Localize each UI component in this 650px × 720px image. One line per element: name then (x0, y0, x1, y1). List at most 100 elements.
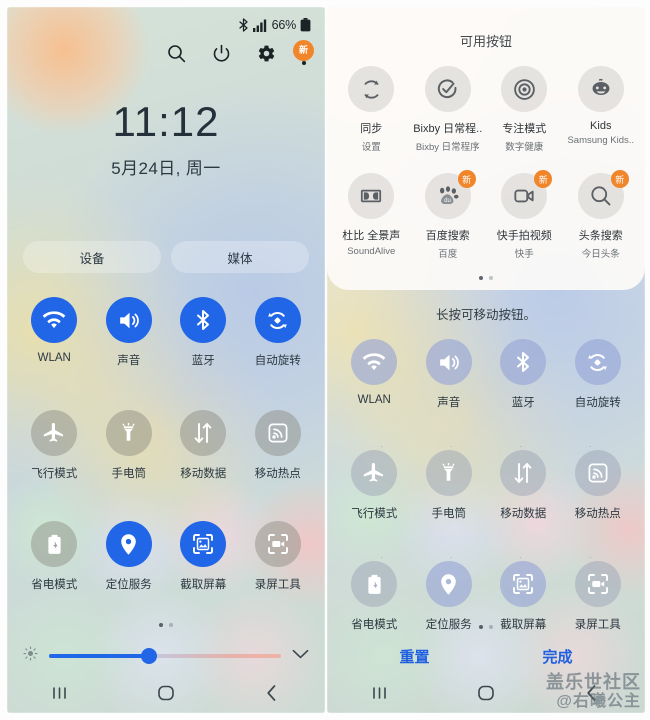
screenshot-icon (500, 561, 547, 607)
home-icon[interactable] (456, 676, 516, 710)
airplane-icon (351, 450, 398, 496)
toggle-airplane-mode[interactable]: 飞行模式 (17, 410, 92, 481)
available-item-bixby-routines[interactable]: Bixby 日常程.. Bixby 日常程序 (410, 66, 487, 153)
power-icon[interactable] (212, 44, 231, 68)
done-button[interactable]: 完成 (486, 646, 629, 667)
edit-toggle-hotspot[interactable]: 移动热点 (561, 450, 636, 521)
volume-icon (105, 297, 152, 343)
toggle-label: 飞行模式 (31, 468, 78, 480)
edit-toggle-power-saving[interactable]: 省电模式 (337, 561, 412, 632)
toggle-location[interactable]: 定位服务 (92, 521, 167, 592)
toggle-label: 移动热点 (574, 508, 621, 520)
toggle-label: 省电模式 (31, 579, 78, 591)
page-dot-active[interactable] (479, 276, 483, 280)
page-dot-active[interactable] (159, 623, 163, 627)
toggle-hotspot[interactable]: 移动热点 (241, 410, 316, 481)
toggle-power-saving[interactable]: 省电模式 (17, 521, 92, 592)
back-icon[interactable] (562, 676, 622, 710)
toggle-wlan[interactable]: WLAN (17, 297, 92, 368)
back-icon[interactable] (242, 676, 302, 710)
toggle-label: 自动旋转 (574, 397, 621, 409)
bluetooth-icon (180, 297, 227, 343)
clock-area: 11:12 5月24日, 周一 (7, 69, 325, 179)
new-badge: 新 (534, 170, 553, 188)
edit-toggle-location[interactable]: 定位服务 (412, 561, 487, 632)
device-media-pills: 设备 媒体 (7, 179, 325, 273)
more-vertical-icon[interactable]: 新 (293, 39, 314, 66)
toggle-flashlight[interactable]: 手电筒 (92, 410, 167, 481)
page-dot[interactable] (489, 625, 493, 629)
available-item-dolby-atmos[interactable]: 杜比 全景声 SoundAlive (333, 173, 410, 260)
edit-toggle-row-3: 省电模式 定位服务 截取屏幕 录屏工具 (337, 561, 635, 632)
edit-toggle-screenshot[interactable]: 截取屏幕 (486, 561, 561, 632)
available-item-name: 专注模式 (502, 123, 547, 135)
media-pill[interactable]: 媒体 (171, 241, 309, 273)
search-icon[interactable] (167, 44, 186, 68)
edit-toggle-airplane-mode[interactable]: 飞行模式 (337, 450, 412, 521)
toggle-label: 蓝牙 (191, 355, 215, 367)
bluetooth-icon (238, 18, 249, 32)
available-item-baidu-search[interactable]: du 新 百度搜索 百度 (410, 170, 487, 260)
available-row-2: 杜比 全景声 SoundAlive du 新 百度搜索 百度 新 快手拍视频 快… (327, 170, 645, 260)
home-icon[interactable] (136, 676, 196, 710)
editable-toggle-grid: WLAN 声音 蓝牙 自动旋转 · · · · 飞行模式 手电筒 移动数据 移动… (327, 323, 645, 632)
drag-hint-text: 长按可移动按钮。 (435, 308, 536, 322)
page-dot[interactable] (169, 623, 173, 627)
more-badge: 新 (293, 39, 314, 61)
signal-bars-icon (252, 19, 268, 32)
toggle-sound[interactable]: 声音 (92, 297, 167, 368)
bluetooth-icon (500, 339, 547, 385)
quick-action-icon-row: 新 (7, 33, 325, 69)
toggle-label: 蓝牙 (511, 397, 535, 409)
page-dot[interactable] (489, 276, 493, 280)
edit-toggle-flashlight[interactable]: 手电筒 (412, 450, 487, 521)
toggle-label: 自动旋转 (254, 355, 301, 367)
toggle-mobile-data[interactable]: 移动数据 (166, 410, 241, 481)
toggle-row-3: 省电模式 定位服务 截取屏幕 录屏工具 (17, 521, 315, 592)
toutiao-icon: 新 (577, 170, 629, 219)
edit-toggle-row-1: WLAN 声音 蓝牙 自动旋转 (337, 339, 635, 410)
toggle-label: 手电筒 (111, 468, 147, 480)
available-item-sub: 数字健康 (505, 142, 544, 153)
location-pin-icon (105, 521, 152, 567)
toggle-row-2: 飞行模式 手电筒 移动数据 移动热点 (17, 410, 315, 481)
toggle-screenshot[interactable]: 截取屏幕 (166, 521, 241, 592)
brightness-slider[interactable] (49, 648, 281, 664)
gear-icon[interactable] (257, 44, 276, 68)
edit-toggle-bluetooth[interactable]: 蓝牙 (486, 339, 561, 410)
focus-mode-icon (501, 66, 548, 112)
recents-icon[interactable] (30, 676, 90, 710)
available-item-sub: Bixby 日常程序 (415, 142, 480, 153)
power-save-icon (351, 561, 398, 607)
toggle-bluetooth[interactable]: 蓝牙 (166, 297, 241, 368)
edit-toggle-screen-recorder[interactable]: 录屏工具 (561, 561, 636, 632)
available-item-sync[interactable]: 同步 设置 (333, 66, 410, 153)
recents-icon[interactable] (350, 676, 410, 710)
devices-pill[interactable]: 设备 (23, 241, 161, 273)
bixby-routine-icon (424, 66, 471, 112)
toggle-screen-recorder[interactable]: 录屏工具 (241, 521, 316, 592)
edit-toggle-wlan[interactable]: WLAN (337, 339, 412, 410)
edit-toggle-mobile-data[interactable]: 移动数据 (486, 450, 561, 521)
chevron-down-icon[interactable] (292, 647, 309, 665)
toggle-auto-rotate[interactable]: 自动旋转 (241, 297, 316, 368)
navigation-bar (7, 673, 325, 713)
edit-toggle-sound[interactable]: 声音 (412, 339, 487, 410)
page-dot-active[interactable] (479, 625, 483, 629)
toggle-label: WLAN (37, 352, 71, 364)
available-item-toutiao-search[interactable]: 新 头条搜索 今日头条 (563, 170, 640, 260)
available-item-focus-mode[interactable]: 专注模式 数字健康 (486, 66, 563, 153)
screenshot-icon (180, 521, 227, 567)
available-buttons-card: 可用按钮 同步 设置 Bixby 日常程.. Bixby 日常程序 专注模式 数… (327, 7, 645, 290)
edit-toggle-auto-rotate[interactable]: 自动旋转 (561, 339, 636, 410)
available-item-sub: 快手 (514, 249, 534, 260)
volume-icon (425, 339, 472, 385)
toggle-grid: WLAN 声音 蓝牙 自动旋转 飞行模式 手电筒 移动数据 移动热点 省电模式 … (7, 273, 325, 592)
available-item-kids[interactable]: Kids Samsung Kids.. (563, 66, 640, 153)
available-item-kuaishou-video[interactable]: 新 快手拍视频 快手 (486, 170, 563, 260)
auto-rotate-icon (254, 297, 301, 343)
edit-action-row: 重置 完成 (327, 639, 645, 673)
status-bar: 66% (7, 7, 325, 33)
reset-button[interactable]: 重置 (343, 646, 486, 667)
location-pin-icon (425, 561, 472, 607)
